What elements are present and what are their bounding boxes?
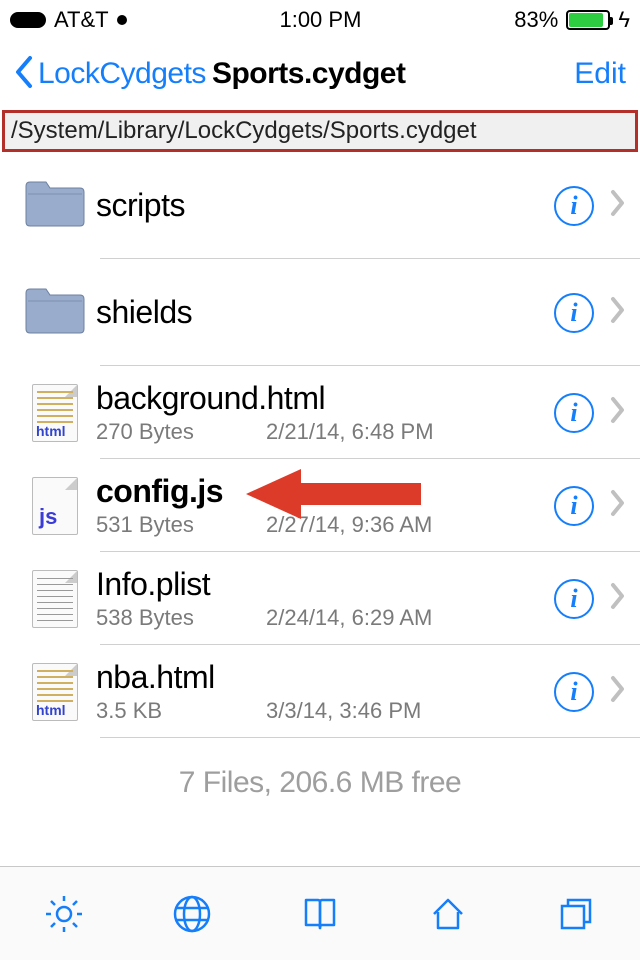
- file-list: scripts i shields i html: [0, 152, 640, 738]
- folder-icon: [24, 285, 86, 340]
- item-size: 270 Bytes: [96, 419, 226, 445]
- clock-label: 1:00 PM: [279, 7, 361, 33]
- navigation-bar: LockCydgets Sports.cydget Edit: [0, 40, 640, 108]
- info-button[interactable]: i: [554, 186, 594, 226]
- back-chevron-icon[interactable]: [14, 55, 34, 94]
- list-item[interactable]: js config.js 531 Bytes 2/27/14, 9:36 AM …: [0, 459, 640, 552]
- js-file-icon: js: [32, 477, 78, 535]
- carrier-label: AT&T: [54, 7, 109, 33]
- chevron-right-icon: [610, 489, 626, 522]
- current-path: /System/Library/LockCydgets/Sports.cydge…: [11, 117, 629, 145]
- info-button[interactable]: i: [554, 672, 594, 712]
- stacked-squares-icon: [554, 892, 598, 936]
- gear-icon: [42, 892, 86, 936]
- chevron-right-icon: [610, 189, 626, 222]
- status-bar: AT&T 1:00 PM 83% ϟ: [0, 0, 640, 40]
- list-item[interactable]: Info.plist 538 Bytes 2/24/14, 6:29 AM i: [0, 552, 640, 645]
- item-name: scripts: [96, 187, 554, 224]
- tab-bar: [0, 866, 640, 960]
- battery-icon: [566, 10, 610, 30]
- list-item[interactable]: html background.html 270 Bytes 2/21/14, …: [0, 366, 640, 459]
- battery-pct-label: 83%: [514, 7, 558, 33]
- item-date: 2/24/14, 6:29 AM: [266, 605, 432, 631]
- chevron-right-icon: [610, 396, 626, 429]
- list-item[interactable]: scripts i: [0, 152, 640, 259]
- windows-tab[interactable]: [544, 882, 608, 946]
- book-icon: [298, 892, 342, 936]
- item-date: 2/27/14, 9:36 AM: [266, 512, 432, 538]
- item-date: 3/3/14, 3:46 PM: [266, 698, 421, 724]
- item-size: 538 Bytes: [96, 605, 226, 631]
- list-item[interactable]: html nba.html 3.5 KB 3/3/14, 3:46 PM i: [0, 645, 640, 738]
- item-date: 2/21/14, 6:48 PM: [266, 419, 434, 445]
- charging-icon: ϟ: [618, 7, 630, 33]
- status-left: AT&T: [10, 7, 127, 33]
- html-file-icon: html: [32, 663, 78, 721]
- info-button[interactable]: i: [554, 293, 594, 333]
- signal-strength-icon: [10, 12, 46, 28]
- web-tab[interactable]: [160, 882, 224, 946]
- item-name: Info.plist: [96, 566, 554, 603]
- item-name: shields: [96, 294, 554, 331]
- info-button[interactable]: i: [554, 486, 594, 526]
- info-button[interactable]: i: [554, 393, 594, 433]
- plist-file-icon: [32, 570, 78, 628]
- status-right: 83% ϟ: [514, 7, 630, 33]
- item-name: nba.html: [96, 659, 554, 696]
- chevron-right-icon: [610, 582, 626, 615]
- folder-icon: [24, 178, 86, 233]
- network-indicator-icon: [117, 15, 127, 25]
- html-file-icon: html: [32, 384, 78, 442]
- bookmarks-tab[interactable]: [288, 882, 352, 946]
- chevron-right-icon: [610, 296, 626, 329]
- item-name: background.html: [96, 380, 554, 417]
- footer-summary: 7 Files, 206.6 MB free: [0, 766, 640, 800]
- item-size: 531 Bytes: [96, 512, 226, 538]
- edit-button[interactable]: Edit: [574, 57, 626, 91]
- home-icon: [426, 892, 470, 936]
- item-name: config.js: [96, 473, 554, 510]
- info-button[interactable]: i: [554, 579, 594, 619]
- page-title: Sports.cydget: [212, 57, 406, 91]
- list-item[interactable]: shields i: [0, 259, 640, 366]
- home-tab[interactable]: [416, 882, 480, 946]
- path-highlight-annotation: /System/Library/LockCydgets/Sports.cydge…: [2, 110, 638, 152]
- chevron-right-icon: [610, 675, 626, 708]
- item-size: 3.5 KB: [96, 698, 226, 724]
- back-button[interactable]: LockCydgets: [38, 57, 206, 91]
- settings-tab[interactable]: [32, 882, 96, 946]
- globe-icon: [170, 892, 214, 936]
